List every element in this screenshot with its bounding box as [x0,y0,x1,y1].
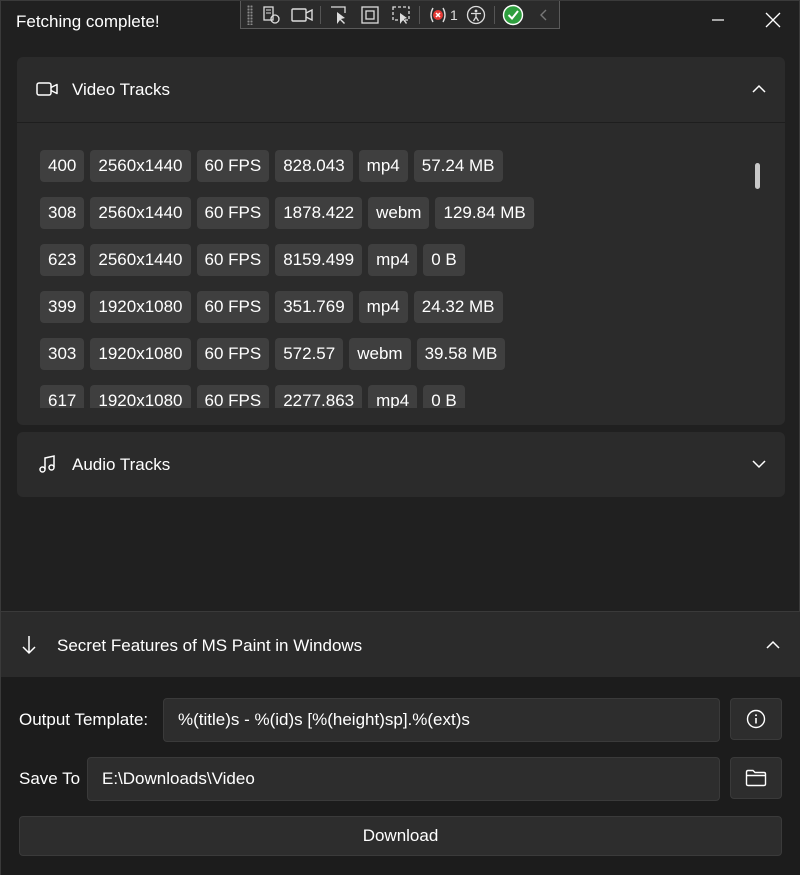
track-extension: mp4 [368,244,418,276]
collapse-toolbar-chevron-icon[interactable] [531,3,557,27]
track-bitrate: 2277.863 [275,385,363,408]
track-row[interactable]: 303 1920x1080 60 FPS 572.57 webm 39.58 M… [40,338,506,370]
track-row[interactable]: 617 1920x1080 60 FPS 2277.863 mp4 0 B [40,385,465,408]
track-resolution: 1920x1080 [90,338,191,370]
download-button[interactable]: Download [19,816,782,856]
arrow-down-icon [22,636,36,655]
toolbar-separator [320,5,321,24]
template-info-button[interactable] [730,698,782,740]
track-size: 24.32 MB [413,291,503,323]
track-row[interactable]: 399 1920x1080 60 FPS 351.769 mp4 24.32 M… [40,291,503,323]
toolbar-grip[interactable] [247,4,253,25]
binding-failures-icon[interactable] [425,3,451,27]
track-extension: webm [368,197,430,229]
track-focused-element-icon[interactable] [388,3,414,27]
track-fps: 60 FPS [196,244,270,276]
track-size: 57.24 MB [413,150,503,182]
video-track-list[interactable]: 400 2560x1440 60 FPS 828.043 mp4 57.24 M… [17,123,785,408]
track-extension: mp4 [358,291,408,323]
track-bitrate: 572.57 [275,338,344,370]
track-row[interactable]: 400 2560x1440 60 FPS 828.043 mp4 57.24 M… [40,150,503,182]
track-extension: mp4 [368,385,418,408]
video-tracks-title: Video Tracks [72,80,170,99]
track-size: 39.58 MB [416,338,506,370]
live-visual-tree-icon[interactable] [258,3,284,27]
track-resolution: 2560x1440 [90,197,191,229]
output-template-input[interactable]: %(title)s - %(id)s [%(height)sp].%(ext)s [163,698,720,742]
chevron-up-icon [752,84,766,93]
track-bitrate: 828.043 [275,150,353,182]
output-template-label: Output Template: [19,710,149,729]
track-fps: 60 FPS [196,291,270,323]
audio-tracks-panel: Audio Tracks [17,432,785,497]
close-button[interactable] [758,7,788,33]
scrollbar-thumb[interactable] [755,163,760,189]
download-section-header[interactable]: Secret Features of MS Paint in Windows [1,611,800,677]
window-title: Fetching complete! [16,12,160,31]
track-size: 0 B [423,244,465,276]
display-layout-adorners-icon[interactable] [357,3,383,27]
minimize-icon [712,19,724,21]
track-format-id: 308 [40,197,85,229]
info-icon [746,709,766,729]
track-row[interactable]: 308 2560x1440 60 FPS 1878.422 webm 129.8… [40,197,534,229]
hot-reload-ok-icon[interactable] [500,3,526,27]
track-row[interactable]: 623 2560x1440 60 FPS 8159.499 mp4 0 B [40,244,465,276]
binding-failures-count: 1 [450,6,458,23]
track-size: 0 B [423,385,465,408]
track-bitrate: 8159.499 [275,244,363,276]
track-size: 129.84 MB [435,197,534,229]
track-resolution: 2560x1440 [90,150,191,182]
track-format-id: 617 [40,385,85,408]
chevron-down-icon [752,460,766,469]
track-fps: 60 FPS [196,338,270,370]
track-fps: 60 FPS [196,385,270,408]
track-resolution: 1920x1080 [90,291,191,323]
minimize-button[interactable] [703,7,733,33]
browse-folder-button[interactable] [730,757,782,799]
track-bitrate: 351.769 [275,291,353,323]
track-extension: webm [349,338,411,370]
video-camera-icon [36,82,58,96]
track-extension: mp4 [358,150,408,182]
download-section: Secret Features of MS Paint in Windows O… [1,611,800,875]
music-note-icon [39,455,55,473]
track-format-id: 399 [40,291,85,323]
track-bitrate: 1878.422 [275,197,363,229]
select-element-icon[interactable] [326,3,352,27]
track-fps: 60 FPS [196,150,270,182]
folder-icon [745,769,767,787]
track-resolution: 2560x1440 [90,244,191,276]
app-window: Fetching complete! 1 Video Tracks 400 25… [0,0,800,875]
audio-tracks-header[interactable]: Audio Tracks [17,432,785,497]
save-to-label: Save To [19,769,81,788]
video-tracks-panel: Video Tracks 400 2560x1440 60 FPS 828.04… [17,57,785,425]
chevron-up-icon [766,640,780,649]
track-format-id: 303 [40,338,85,370]
accessibility-icon[interactable] [463,3,489,27]
xaml-debug-toolbar: 1 [240,1,560,29]
title-bar: Fetching complete! 1 [1,1,800,41]
audio-tracks-title: Audio Tracks [72,455,171,474]
track-format-id: 623 [40,244,85,276]
close-icon [765,12,781,28]
track-format-id: 400 [40,150,85,182]
save-to-input[interactable]: E:\Downloads\Video [87,757,720,801]
toolbar-separator [493,5,495,24]
toolbar-separator [419,5,420,24]
video-title: Secret Features of MS Paint in Windows [57,636,363,655]
video-camera-icon[interactable] [289,3,315,27]
track-resolution: 1920x1080 [90,385,191,408]
video-tracks-header[interactable]: Video Tracks [17,57,785,122]
track-fps: 60 FPS [196,197,270,229]
